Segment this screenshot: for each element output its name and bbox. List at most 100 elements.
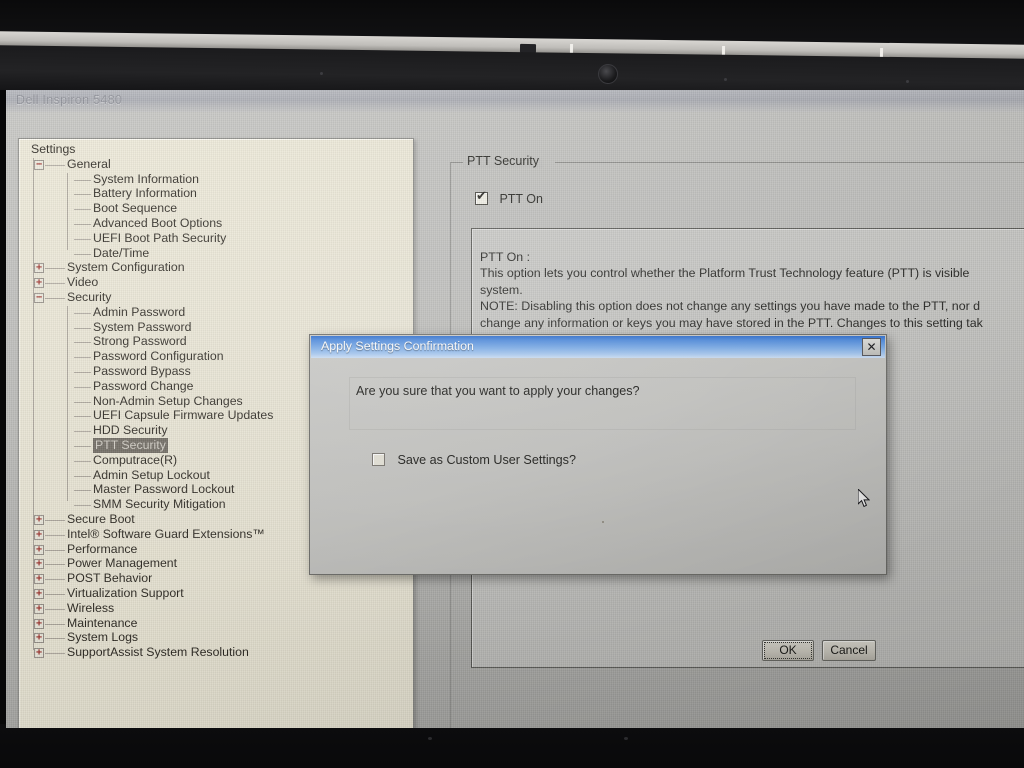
ptt-on-option-row[interactable]: PTT On — [475, 189, 543, 208]
tree-connector — [45, 297, 65, 299]
expand-icon[interactable]: + — [34, 633, 44, 644]
expand-icon[interactable]: + — [34, 603, 44, 614]
expand-icon[interactable]: + — [34, 263, 44, 274]
tree-group-label: Virtualization Support — [67, 585, 184, 600]
tree-connector — [74, 490, 91, 492]
tree-root-settings: Settings — [25, 142, 413, 158]
tree-connector — [74, 357, 91, 359]
tree-connector — [74, 327, 91, 329]
expand-icon[interactable]: + — [34, 529, 44, 540]
tree-item-label: UEFI Capsule Firmware Updates — [93, 408, 274, 423]
dialog-title: Apply Settings Confirmation — [321, 339, 474, 353]
tree-connector — [74, 416, 91, 418]
tree-root-label: Settings — [31, 142, 76, 156]
photo-edge-bottom — [0, 724, 1024, 768]
tree-group-label: Security — [67, 289, 112, 304]
tree-connector — [74, 223, 91, 225]
groupbox-border-left — [450, 162, 464, 163]
lid-tick — [569, 43, 574, 54]
screen-speck — [602, 521, 604, 523]
tree-item-label: Date/Time — [93, 245, 150, 260]
tree-group-label: Power Management — [67, 556, 178, 571]
tree-connector — [74, 431, 91, 433]
ptt-on-label: PTT On — [499, 192, 543, 206]
tree-connector — [74, 342, 91, 344]
close-icon[interactable]: ✕ — [862, 338, 881, 356]
microphone-dot-icon — [723, 77, 728, 82]
dialog-message-box: Are you sure that you want to apply your… — [349, 377, 856, 430]
dialog-message: Are you sure that you want to apply your… — [356, 384, 640, 398]
ptt-on-checkbox[interactable] — [475, 189, 488, 205]
tree-connector — [45, 534, 65, 536]
tree-group-label: Video — [67, 275, 99, 290]
tree-connector — [45, 623, 65, 625]
tree-group-maintenance[interactable]: + Maintenance — [25, 615, 413, 632]
expand-icon[interactable]: + — [34, 574, 44, 585]
expand-icon[interactable]: + — [34, 648, 44, 659]
tree-item-advanced-boot-options[interactable]: Advanced Boot Options — [25, 216, 413, 232]
tree-connector — [45, 608, 65, 610]
tree-group-virtualization-support[interactable]: + Virtualization Support — [25, 585, 413, 602]
expand-icon[interactable]: + — [34, 618, 44, 629]
tree-group-label: SupportAssist System Resolution — [67, 645, 249, 660]
tree-item-label: Strong Password — [93, 334, 187, 349]
tree-item-label: Computrace(R) — [93, 452, 178, 467]
tree-connector — [74, 505, 91, 507]
collapse-icon[interactable]: − — [34, 292, 44, 303]
tree-group-system-logs[interactable]: + System Logs — [25, 630, 413, 646]
tree-item-label: Password Bypass — [93, 363, 191, 378]
tree-connector — [74, 460, 91, 462]
mouse-cursor-icon — [858, 489, 870, 508]
tree-item-label: System Information — [93, 171, 199, 186]
expand-icon[interactable]: + — [34, 559, 44, 570]
tree-connector — [74, 253, 91, 255]
tree-group-video[interactable]: + Video — [25, 275, 413, 291]
tree-item-date-time[interactable]: Date/Time — [25, 245, 413, 262]
tree-group-system-configuration[interactable]: + System Configuration — [25, 260, 413, 276]
tree-item-admin-password[interactable]: Admin Password — [25, 304, 413, 321]
expand-icon[interactable]: + — [34, 278, 44, 289]
save-custom-settings-row[interactable]: Save as Custom User Settings? — [372, 451, 576, 469]
tree-group-wireless[interactable]: + Wireless — [25, 600, 413, 617]
collapse-icon[interactable]: − — [34, 159, 44, 170]
tree-connector — [74, 179, 91, 181]
tree-group-general[interactable]: − General — [25, 157, 413, 173]
tree-group-label: Intel® Software Guard Extensions™ — [67, 526, 265, 541]
expand-icon[interactable]: + — [34, 588, 44, 599]
tree-connector — [74, 445, 91, 447]
tree-group-label: Secure Boot — [67, 511, 135, 526]
tree-item-system-information[interactable]: System Information — [25, 171, 413, 188]
tree-connector — [45, 268, 65, 270]
tree-group-supportassist-system-resolution[interactable]: + SupportAssist System Resolution — [25, 645, 413, 661]
tree-trunk-line — [33, 157, 34, 651]
tree-group-label: Performance — [67, 541, 138, 556]
dialog-ok-button[interactable]: OK — [762, 640, 814, 661]
tree-branch-line — [67, 305, 68, 502]
window-body: Settings − General System Information Batter… — [6, 112, 1024, 728]
bezel-dot — [624, 737, 628, 740]
tree-connector — [45, 579, 65, 581]
tree-connector — [74, 401, 91, 403]
dialog-cancel-button[interactable]: Cancel — [822, 640, 876, 661]
tree-group-label: Wireless — [67, 600, 115, 615]
bios-setup-screen: Dell Inspiron 5480 Settings − General Syste… — [6, 90, 1024, 728]
tree-connector — [45, 593, 65, 595]
tree-item-boot-sequence[interactable]: Boot Sequence — [25, 201, 413, 217]
tree-connector — [45, 549, 65, 551]
tree-connector — [45, 164, 65, 166]
tree-group-security[interactable]: − Security — [25, 289, 413, 306]
expand-icon[interactable]: + — [34, 544, 44, 555]
tree-group-label: System Logs — [67, 630, 139, 645]
tree-connector — [74, 238, 91, 240]
tree-item-battery-information[interactable]: Battery Information — [25, 186, 413, 202]
expand-icon[interactable]: + — [34, 514, 44, 525]
save-custom-settings-checkbox[interactable] — [372, 453, 385, 466]
tree-group-label: Maintenance — [67, 615, 138, 630]
tree-item-uefi-boot-path-security[interactable]: UEFI Boot Path Security — [25, 231, 413, 247]
tree-connector — [74, 312, 91, 314]
tree-item-label: Master Password Lockout — [93, 482, 235, 497]
tree-connector — [45, 283, 65, 285]
tree-item-label: Admin Password — [93, 304, 186, 319]
tree-group-label: System Configuration — [67, 260, 185, 275]
microphone-dot-icon — [905, 79, 910, 84]
